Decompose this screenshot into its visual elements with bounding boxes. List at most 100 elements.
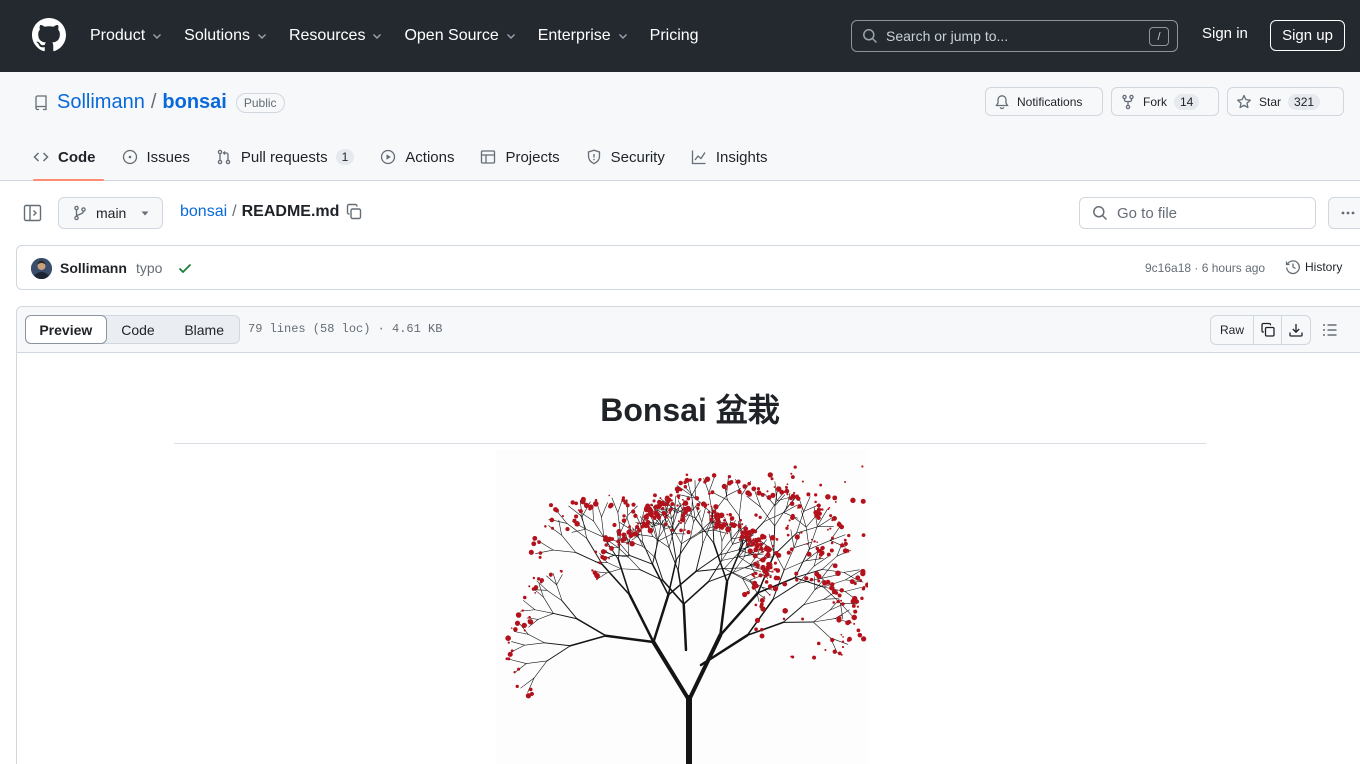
- blossom: [647, 504, 650, 507]
- tab-pull-requests[interactable]: Pull requests 1: [216, 141, 355, 181]
- blossom: [594, 550, 598, 554]
- blossom: [626, 542, 629, 545]
- branch-selector[interactable]: main: [58, 197, 163, 229]
- tree-branch: [535, 549, 554, 554]
- blossom: [698, 478, 702, 482]
- blossom: [765, 553, 770, 557]
- tab-insights[interactable]: Insights: [691, 141, 768, 181]
- blossom: [792, 495, 796, 499]
- blossom: [816, 507, 822, 512]
- blossom: [650, 503, 653, 507]
- tree-branch: [543, 642, 571, 647]
- star-button[interactable]: Star 321: [1227, 87, 1344, 116]
- nav-pricing[interactable]: Pricing: [650, 27, 699, 45]
- visibility-badge: Public: [235, 92, 285, 113]
- history-button[interactable]: History: [1285, 259, 1342, 275]
- blossom: [628, 525, 632, 529]
- branch-name: main: [96, 205, 127, 221]
- blossom: [534, 591, 537, 594]
- nav-resources[interactable]: Resources: [289, 27, 383, 45]
- blossom: [841, 645, 845, 649]
- blossom: [795, 494, 799, 499]
- tab-blame[interactable]: Blame: [169, 316, 239, 343]
- blossom: [829, 527, 832, 530]
- blossom: [602, 537, 608, 542]
- tree-branch: [821, 569, 845, 573]
- bell-icon: [995, 94, 1009, 109]
- tab-actions[interactable]: Actions: [380, 141, 454, 181]
- breadcrumb-repo-link[interactable]: bonsai: [180, 203, 227, 221]
- nav-product[interactable]: Product: [90, 27, 163, 45]
- blossom: [727, 474, 732, 479]
- tree-branch: [651, 640, 691, 702]
- tree-branch: [687, 633, 723, 702]
- blossom: [840, 653, 843, 656]
- nav-solutions[interactable]: Solutions: [184, 27, 268, 45]
- tab-code[interactable]: Code: [33, 141, 103, 181]
- blossom: [652, 499, 656, 503]
- tree-branch: [808, 525, 818, 550]
- search-input[interactable]: Search or jump to... /: [851, 20, 1178, 52]
- blossom: [826, 528, 829, 531]
- blossom: [664, 515, 667, 519]
- more-options-button[interactable]: [1328, 197, 1360, 229]
- blossom: [505, 635, 511, 641]
- tab-issues[interactable]: Issues: [122, 141, 190, 181]
- blossom: [760, 627, 764, 632]
- blossom: [758, 573, 763, 578]
- download-button[interactable]: [1282, 316, 1310, 344]
- check-icon[interactable]: [177, 260, 193, 276]
- nav-open-source[interactable]: Open Source: [404, 27, 516, 45]
- blossom: [686, 529, 691, 535]
- repo-name-link[interactable]: bonsai: [162, 91, 226, 114]
- blossom: [830, 637, 835, 643]
- notifications-button[interactable]: Notifications: [985, 87, 1103, 116]
- blossom: [723, 519, 726, 522]
- blossom: [707, 511, 710, 514]
- history-label: History: [1305, 260, 1343, 274]
- tree-branch: [509, 659, 527, 664]
- blossom: [801, 508, 804, 510]
- tree-branch: [808, 540, 831, 550]
- blossom: [790, 475, 795, 479]
- tree-branch: [701, 521, 703, 545]
- tab-preview[interactable]: Preview: [25, 315, 107, 344]
- global-header: Product Solutions Resources Open Source …: [0, 0, 1360, 72]
- raw-button[interactable]: Raw: [1211, 316, 1254, 344]
- copy-raw-button[interactable]: [1254, 316, 1282, 344]
- tab-code-view[interactable]: Code: [107, 316, 170, 343]
- nav-enterprise[interactable]: Enterprise: [538, 27, 629, 45]
- blossom: [769, 575, 772, 579]
- tree-branch: [682, 602, 688, 652]
- blossom: [742, 484, 748, 489]
- blossom: [728, 512, 732, 517]
- nav-label: Resources: [288, 27, 366, 44]
- github-logo-icon[interactable]: [32, 18, 66, 52]
- sign-in-link[interactable]: Sign in: [1202, 25, 1248, 42]
- fork-button[interactable]: Fork 14: [1111, 87, 1219, 116]
- blossom: [785, 487, 788, 490]
- blossom: [521, 622, 527, 628]
- repo-owner-link[interactable]: Sollimann: [57, 91, 145, 114]
- commit-sha-time[interactable]: 9c16a18 · 6 hours ago: [1145, 261, 1265, 275]
- avatar[interactable]: [31, 258, 52, 279]
- blossom: [768, 561, 773, 566]
- tree-branch: [546, 645, 571, 662]
- tab-projects[interactable]: Projects: [480, 141, 560, 181]
- blossom: [507, 641, 510, 644]
- sign-up-button[interactable]: Sign up: [1270, 20, 1345, 51]
- commit-message-link[interactable]: typo: [136, 260, 162, 276]
- blossom: [775, 568, 781, 573]
- blossom: [789, 547, 794, 552]
- copy-icon: [1260, 322, 1275, 337]
- go-to-file-input[interactable]: Go to file: [1079, 197, 1316, 229]
- blossom: [670, 528, 674, 532]
- tab-security[interactable]: Security: [586, 141, 665, 181]
- blossom: [842, 636, 844, 638]
- copy-path-icon[interactable]: [345, 203, 363, 221]
- blossom: [795, 578, 799, 582]
- expand-file-tree-icon[interactable]: [22, 202, 44, 224]
- outline-list-icon[interactable]: [1320, 320, 1340, 340]
- blossom: [548, 503, 554, 508]
- commit-author-link[interactable]: Sollimann: [60, 260, 127, 276]
